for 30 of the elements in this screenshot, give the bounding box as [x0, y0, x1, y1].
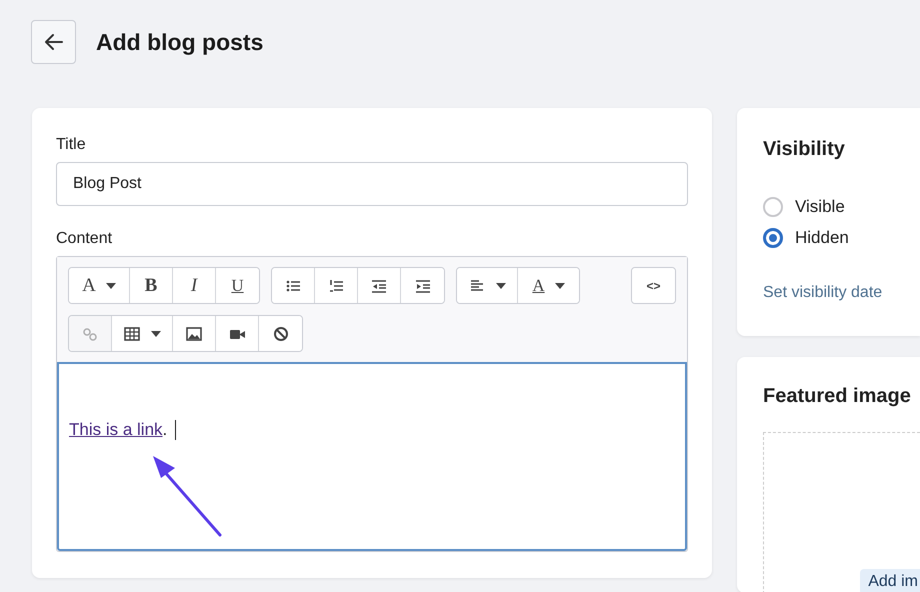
radio-label: Visible	[795, 197, 845, 217]
radio-button[interactable]	[763, 228, 783, 248]
card-heading: Visibility	[763, 138, 846, 161]
editor-text: This is a link.	[69, 420, 685, 440]
editor-area[interactable]: This is a link.	[57, 362, 687, 551]
text-link[interactable]: This is a link	[69, 420, 163, 440]
table-icon	[123, 324, 141, 342]
visibility-date-link[interactable]: Set visibility date	[763, 284, 920, 302]
back-arrow-icon	[42, 31, 64, 53]
source-code-button[interactable]: <>	[632, 268, 675, 303]
radio-label: Hidden	[795, 228, 849, 248]
title-label: Title	[56, 136, 87, 154]
image-icon	[185, 324, 203, 342]
image-drop-zone[interactable]: Add im	[763, 432, 920, 592]
caret-icon	[496, 282, 506, 288]
content-label: Content	[56, 230, 114, 248]
block-icon	[272, 324, 290, 342]
title-field[interactable]: Blog Post	[56, 162, 688, 206]
add-image-button[interactable]: Add im	[860, 569, 920, 592]
font-button[interactable]: A	[69, 268, 130, 303]
caret-icon	[106, 282, 116, 288]
align-button[interactable]	[457, 268, 518, 303]
card-heading: Featured image	[763, 385, 912, 408]
radio-button[interactable]	[763, 197, 783, 217]
back-button[interactable]	[31, 20, 76, 64]
caret-icon	[151, 330, 161, 336]
page-title: Add blog posts	[96, 28, 264, 56]
caret-icon	[554, 282, 565, 288]
bullets-button[interactable]	[272, 268, 315, 303]
text-cursor	[175, 420, 176, 440]
